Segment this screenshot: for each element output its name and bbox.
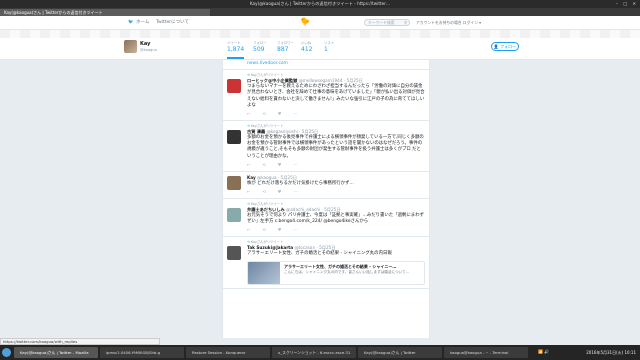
start-menu-icon[interactable]: [2, 348, 11, 357]
taskbar-item[interactable]: Kay(@kaogua)さん | Twitter: [358, 347, 442, 358]
taskbar-item[interactable]: ipmsc2.0406-f9MI0G8/Shb-g: [100, 347, 184, 358]
stat-value: 509: [253, 46, 265, 53]
avatar[interactable]: [227, 246, 241, 261]
tweet-link-preview[interactable]: news.livedoor.com: [247, 61, 425, 67]
more-icon[interactable]: ···: [293, 162, 297, 167]
reply-icon[interactable]: ↩: [247, 227, 250, 232]
timeline[interactable]: news.livedoor.com ⟲ Kayさんがリツイート ローヒック@中小…: [222, 60, 430, 338]
stat-value: 887: [277, 46, 289, 53]
taskbar: Kay(@kaogua)さん | Twitter - Mozilla ipmsc…: [0, 345, 640, 360]
retweet-icon[interactable]: ⟲: [262, 111, 265, 116]
stat-value: 1: [324, 46, 328, 53]
search-input[interactable]: キーワード検索 ⚲: [364, 19, 410, 26]
profile-navbar: Kay @kaogua ツイート 1,874 フォロー 509 フォロワー 88…: [0, 38, 640, 60]
list-item[interactable]: Kay @kaogua · 5月25日 株が どれだけ落ちるかだけ気掛けたら事務…: [223, 172, 429, 200]
minimize-icon[interactable]: –: [616, 1, 618, 6]
home-icon[interactable]: 🐦: [128, 19, 134, 27]
tweet-author[interactable]: ローヒック@中小企業監獄: [247, 78, 297, 83]
avatar[interactable]: [124, 40, 137, 53]
tweet-actions: ↩ ⟲ ♥ ···: [247, 189, 425, 195]
login-prompt[interactable]: アカウントをお持ちの場合 ログイン ▾: [416, 20, 481, 26]
tweet-meta[interactable]: @kogaseiyoshi · 5月25日: [267, 129, 319, 134]
follow-label: フォロー: [500, 44, 517, 49]
volume-icon[interactable]: 🔊: [544, 349, 549, 354]
stat-followers[interactable]: フォロワー 887: [277, 41, 294, 54]
retweet-icon[interactable]: ⟲: [262, 189, 265, 194]
card-image: [248, 261, 280, 284]
tweet-author[interactable]: Kay: [247, 175, 256, 180]
tweet-actions: ↩ ⟲ ♥ ···: [247, 227, 425, 233]
profile-banner: [0, 30, 640, 38]
taskbar-item[interactable]: kaogua@kaogua - ~ - Terminal: [444, 347, 528, 358]
window-controls: – □ ✕: [612, 0, 636, 8]
avatar[interactable]: [227, 208, 241, 223]
stat-likes[interactable]: いいね 412: [301, 41, 312, 54]
like-icon[interactable]: ♥: [278, 227, 282, 232]
browser-tabbar: Kay(@kaogua)さん | Twitterからの返信付きツイート: [0, 8, 640, 16]
top-navigation: 🐦 ホーム Twitterについて 🐤 キーワード検索 ⚲ アカウントをお持ちの…: [0, 16, 640, 30]
window-titlebar[interactable]: Kay(@kaogua)さん | Twitterからの返信付きツイート - ht…: [0, 0, 640, 8]
stat-lists[interactable]: リスト 1: [324, 41, 334, 54]
tweet-text: お元気そうで何より パリ弁護士、今度は「証拠と事実確」…みだり書いた「過剰にまわ…: [247, 213, 424, 225]
nav-home[interactable]: ホーム: [136, 19, 149, 27]
window-title: Kay(@kaogua)さん | Twitterからの返信付きツイート - ht…: [249, 1, 391, 6]
stat-tweets[interactable]: ツイート 1,874: [227, 41, 245, 59]
clock[interactable]: 2016年5月31日(火) 10:11: [586, 347, 636, 358]
stat-value: 1,874: [227, 46, 245, 53]
network-icon[interactable]: 📶: [538, 349, 543, 354]
tweet-actions: ↩ ⟲ ♥ ···: [247, 111, 425, 117]
tweet-text: つまらないマナーを教えるためにわざわざ担当するんだったら「労働の対価に自分の賃金…: [247, 84, 425, 108]
taskbar-item[interactable]: Kay(@kaogua)さん | Twitter - Mozilla: [14, 347, 98, 358]
tweet-actions: ↩ ⟲ ♥ ···: [247, 162, 425, 168]
avatar[interactable]: [227, 79, 241, 94]
card-description: こんにちは、シャイニング丸の内です。皆さんいい話しまずは婚活について…: [284, 269, 410, 274]
maximize-icon[interactable]: □: [623, 1, 627, 6]
list-item[interactable]: ⟲ Kayさんがリツイート 弁護士あだちいしみ @adachi_adachi ·…: [223, 199, 429, 238]
tweet-meta[interactable]: @tocasan · 5月25日: [294, 245, 335, 250]
like-icon[interactable]: ♥: [278, 189, 282, 194]
tweet-author[interactable]: Tak Suzuki@Jakarta: [247, 245, 293, 250]
twitter-bird-icon[interactable]: 🐤: [300, 18, 310, 26]
tweet-text: 株が どれだけ落ちるかだけ気掛けたら事務所行かず…: [247, 180, 354, 186]
tweet-text: アラサーエリート女性、ガチの婚活とその結果 - シャイニング丸の内日報: [247, 251, 392, 257]
list-item[interactable]: ⟲ Kayさんがリツイート Tak Suzuki@Jakarta @tocasa…: [223, 237, 429, 289]
browser-tab[interactable]: Kay(@kaogua)さん | Twitterからの返信付きツイート: [0, 9, 210, 16]
more-icon[interactable]: ···: [293, 189, 297, 194]
stat-value: 412: [301, 46, 313, 53]
taskbar-item[interactable]: x_スクリーンショット - 6.esccc-esce.31: [272, 347, 356, 358]
tweet-meta[interactable]: @mellowsegam1944 · 5月25日: [299, 78, 363, 83]
reply-icon[interactable]: ↩: [247, 189, 250, 194]
reply-icon[interactable]: ↩: [247, 111, 250, 116]
follow-icon: 👤: [493, 44, 499, 49]
avatar[interactable]: [227, 175, 241, 190]
like-icon[interactable]: ♥: [278, 162, 282, 167]
tweet-meta[interactable]: @adachi_adachi · 5月25日: [286, 207, 340, 212]
close-icon[interactable]: ✕: [632, 1, 636, 6]
list-item[interactable]: ⟲ Kayさんがリツイート 古賀 清義 @kogaseiyoshi · 5月25…: [223, 121, 429, 172]
nav-about[interactable]: Twitterについて: [156, 19, 189, 27]
stat-following[interactable]: フォロー 509: [253, 41, 267, 54]
more-icon[interactable]: ···: [293, 111, 297, 116]
like-icon[interactable]: ♥: [278, 111, 282, 116]
profile-name[interactable]: Kay: [140, 41, 150, 47]
retweet-icon[interactable]: ⟲: [262, 162, 265, 167]
search-icon[interactable]: ⚲: [404, 20, 407, 25]
list-item[interactable]: news.livedoor.com: [223, 60, 429, 71]
avatar[interactable]: [227, 130, 241, 145]
tweet-author[interactable]: 古賀 清義: [247, 129, 265, 134]
status-url: https://twitter.com/kaogua/with_replies: [0, 338, 160, 345]
search-placeholder: キーワード検索: [368, 20, 395, 25]
retweet-icon[interactable]: ⟲: [262, 227, 265, 232]
system-tray[interactable]: 📶 🔊: [538, 349, 549, 354]
tweet-meta[interactable]: @kaogua · 5月25日: [257, 175, 297, 180]
list-item[interactable]: ⟲ Kayさんがリツイート ローヒック@中小企業監獄 @mellowsegam1…: [223, 70, 429, 122]
more-icon[interactable]: ···: [293, 227, 297, 232]
tweet-author[interactable]: 弁護士あだちいしみ: [247, 207, 285, 212]
link-card[interactable]: アラサーエリート女性、ガチの婚活とその結果 - シャイニー… こんにちは、シャイ…: [247, 260, 425, 285]
taskbar-item[interactable]: Restore Session - Konqueror: [186, 347, 270, 358]
reply-icon[interactable]: ↩: [247, 162, 250, 167]
profile-handle[interactable]: @kaogua: [140, 48, 157, 52]
tweet-text: 多額のお金を預かる後見事件で弁護士による横領事件が頻発している一方で,同じく多額…: [247, 135, 424, 159]
follow-button[interactable]: 👤 フォロー: [491, 42, 519, 51]
